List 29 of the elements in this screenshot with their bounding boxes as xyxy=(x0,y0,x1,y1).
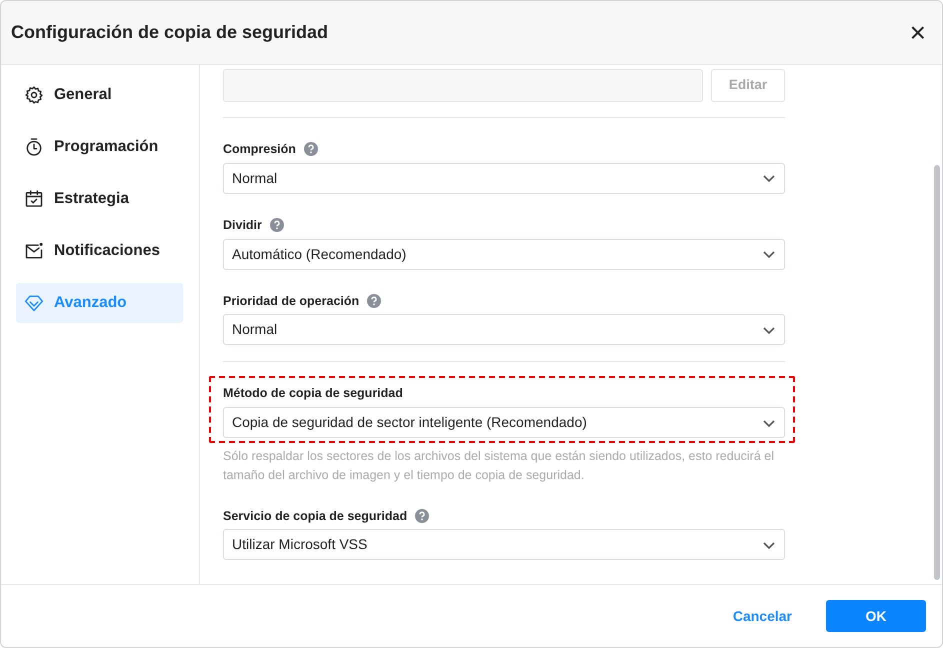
scrollbar[interactable] xyxy=(934,165,940,580)
help-icon[interactable] xyxy=(270,218,284,232)
ok-button[interactable]: OK xyxy=(826,600,926,632)
dropdown[interactable]: Copia de seguridad de sector inteligente (Recomendado) xyxy=(223,407,785,438)
dropdown[interactable]: Normal xyxy=(223,162,785,194)
help-icon[interactable] xyxy=(415,508,430,523)
help-icon[interactable] xyxy=(304,142,318,156)
setting-label: Compresión xyxy=(223,141,296,158)
sidebar-item[interactable]: Estrategia xyxy=(16,179,183,219)
stopwatch-icon xyxy=(24,137,44,157)
path-field[interactable] xyxy=(223,69,703,102)
dialog-title: Configuración de copia de seguridad xyxy=(11,21,328,44)
setting-label: Dividir xyxy=(223,216,262,234)
dropdown[interactable]: Automático (Recomendado) xyxy=(223,238,785,270)
gear-icon xyxy=(24,85,44,105)
setting-label: Servicio de copia de seguridad xyxy=(223,508,408,525)
sidebar-item[interactable]: General xyxy=(16,75,183,115)
setting-label: Prioridad de operación xyxy=(223,292,360,310)
setting-label: Método de copia de seguridad xyxy=(223,385,403,402)
mail-icon xyxy=(24,241,44,261)
calendar-icon xyxy=(24,189,44,209)
close-button[interactable]: × xyxy=(906,18,930,46)
sidebar-item[interactable]: Programación xyxy=(16,127,183,167)
hint-text: Sólo respaldar los sectores de los archivos del sistema que están siendo utilizados, esto reducirá el tamaño del archivo de imagen y el tiempo de copia de seguridad. xyxy=(223,448,775,484)
diamond-icon xyxy=(24,293,44,313)
sidebar-item[interactable]: Notificaciones xyxy=(16,231,183,271)
help-icon[interactable] xyxy=(367,294,382,308)
dropdown[interactable]: Utilizar Microsoft VSS xyxy=(223,529,785,560)
dropdown[interactable]: Normal xyxy=(223,314,785,346)
